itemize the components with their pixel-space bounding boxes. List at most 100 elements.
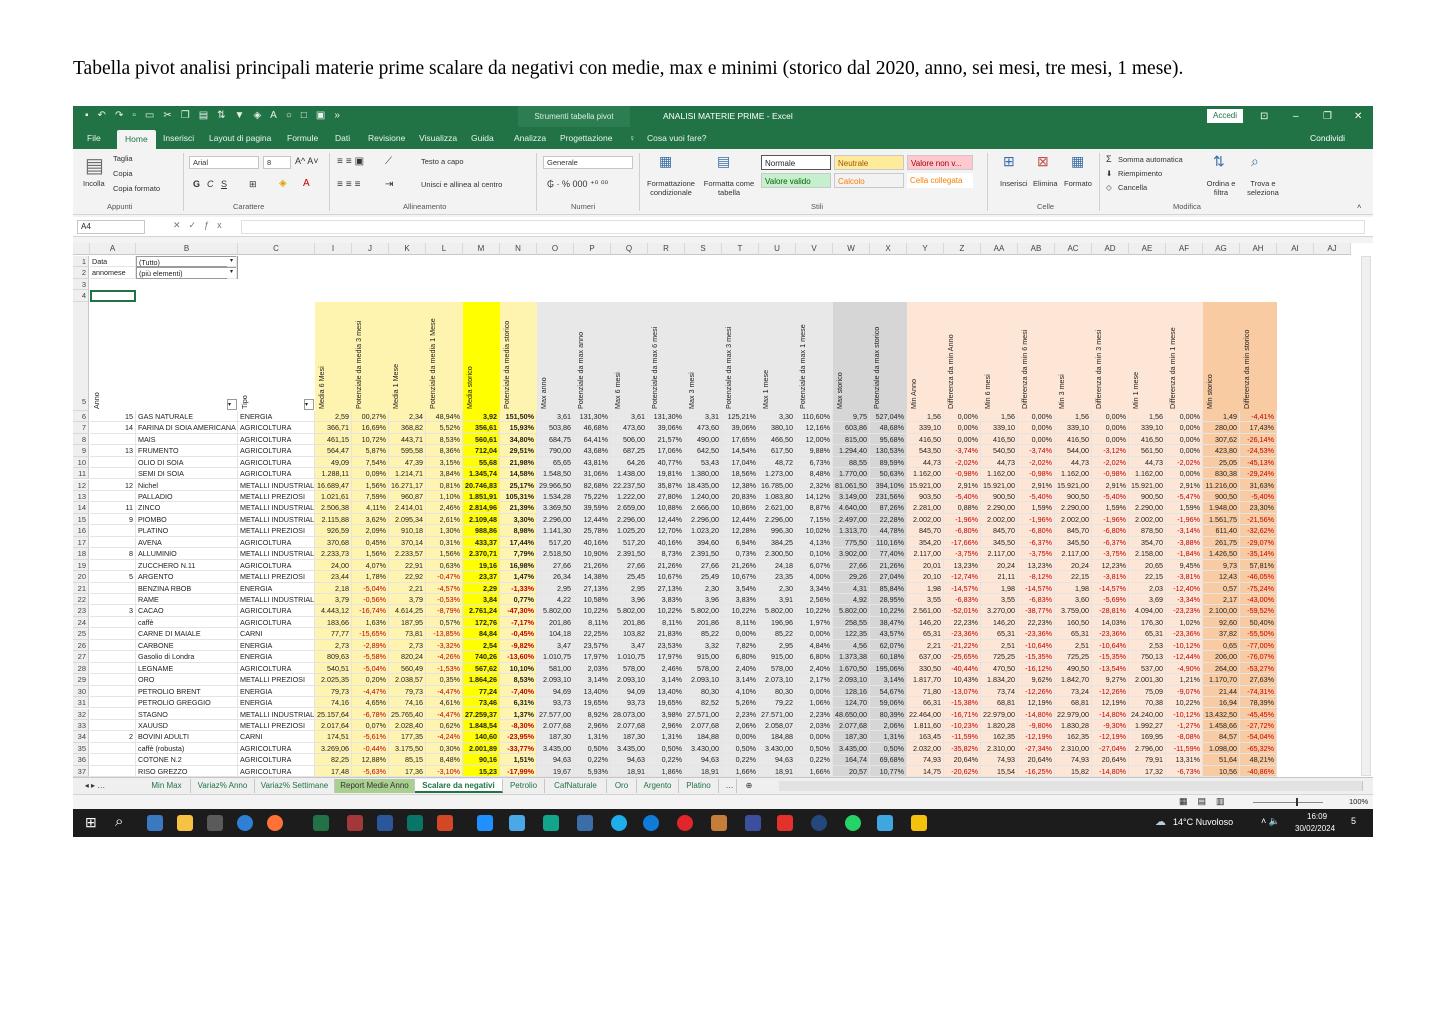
table-cell[interactable]: 8,48% [796, 468, 833, 480]
table-cell[interactable]: 82,52 [685, 697, 722, 709]
commodity-type[interactable]: METALLI INDUSTRIALI [238, 479, 315, 491]
table-cell[interactable]: 201,86 [611, 616, 648, 629]
table-cell[interactable]: 0,30% [426, 742, 463, 755]
table-cell[interactable]: 356,61 [463, 422, 500, 434]
commodity-type[interactable]: ENERGIA [238, 639, 315, 652]
table-cell[interactable]: 8,98% [500, 525, 537, 537]
row-header[interactable]: 36 [73, 754, 89, 766]
anno-cell[interactable] [90, 628, 136, 640]
table-cell[interactable]: 64,41% [574, 433, 611, 446]
table-cell[interactable]: 27,66 [685, 559, 722, 572]
table-cell[interactable]: 2.233,73 [315, 548, 352, 560]
anno-cell[interactable] [90, 708, 136, 720]
column-header[interactable]: AA [981, 243, 1018, 255]
table-cell[interactable]: 27.571,00 [759, 708, 796, 720]
table-cell[interactable]: -0,47% [426, 571, 463, 583]
table-cell[interactable]: 12,16% [796, 422, 833, 434]
table-cell[interactable]: 73,24 [1055, 685, 1092, 698]
tray-icons[interactable]: ˄ 🔈 [1261, 816, 1280, 827]
column-filter-dropdown[interactable]: ▾ [304, 398, 314, 411]
table-cell[interactable]: 22,25% [574, 628, 611, 640]
table-cell[interactable]: 201,86 [685, 616, 722, 629]
table-cell[interactable]: 201,86 [537, 616, 574, 629]
table-cell[interactable]: 1,51% [500, 754, 537, 766]
clock-date[interactable]: 30/02/2024 [1295, 824, 1335, 833]
row-header[interactable]: 33 [73, 719, 89, 732]
commodity-type[interactable]: AGRICOLTURA [238, 433, 315, 446]
tab-help[interactable]: Guida [471, 127, 494, 149]
clear-icon[interactable]: ◇ [1106, 183, 1112, 192]
table-cell[interactable]: 2,95 [759, 639, 796, 652]
table-cell[interactable]: 1.288,11 [315, 468, 352, 480]
style-neutral[interactable]: Neutrale [834, 155, 904, 170]
table-cell[interactable]: -40,86% [1240, 765, 1277, 777]
table-cell[interactable]: 2.093,10 [833, 674, 870, 686]
table-cell[interactable]: 69,68% [870, 754, 907, 766]
table-cell[interactable]: -12,19% [1018, 731, 1055, 743]
table-cell[interactable]: 926,59 [315, 525, 352, 537]
table-cell[interactable]: 17,65% [722, 433, 759, 446]
table-cell[interactable]: 809,63 [315, 651, 352, 663]
table-cell[interactable]: 339,10 [981, 422, 1018, 434]
table-cell[interactable]: -10,64% [1018, 639, 1055, 652]
table-cell[interactable]: 74,16 [315, 697, 352, 709]
commodity-type[interactable]: AGRICOLTURA [238, 662, 315, 675]
table-cell[interactable]: 2,91% [944, 479, 981, 491]
table-cell[interactable]: 578,00 [611, 662, 648, 675]
table-cell[interactable]: 1.561,75 [1203, 513, 1240, 526]
table-cell[interactable]: 27,66 [833, 559, 870, 572]
table-cell[interactable]: 12,28% [722, 525, 759, 537]
table-cell[interactable]: 43,68% [574, 445, 611, 457]
table-cell[interactable]: 65,65 [537, 456, 574, 469]
table-cell[interactable]: 22.464,00 [907, 708, 944, 720]
table-cell[interactable]: 3,92 [463, 410, 500, 423]
style-bad[interactable]: Valore non v... [907, 155, 973, 170]
table-cell[interactable]: 1.162,00 [1129, 468, 1166, 480]
commodity-name[interactable]: CARBONE [136, 639, 238, 652]
table-cell[interactable]: -13,60% [500, 651, 537, 663]
table-cell[interactable]: -14,57% [944, 582, 981, 594]
align-top-icon[interactable]: ≡≡▣ [337, 156, 367, 167]
row-header[interactable]: 1 [73, 256, 89, 268]
table-cell[interactable]: 9,62% [1018, 674, 1055, 686]
table-cell[interactable]: -8,12% [1018, 571, 1055, 583]
column-header[interactable]: A [90, 243, 136, 255]
table-cell[interactable]: 2.497,00 [833, 513, 870, 526]
circle-icon[interactable]: ○ [286, 110, 292, 121]
table-cell[interactable]: 2,73 [315, 639, 352, 652]
table-cell[interactable]: 1,06% [796, 697, 833, 709]
sheet-tab[interactable]: Platino [679, 779, 719, 793]
table-cell[interactable]: 21,26% [648, 559, 685, 572]
anno-cell[interactable] [90, 594, 136, 606]
anno-cell[interactable]: 15 [90, 410, 136, 423]
table-cell[interactable]: -0,44% [352, 742, 389, 755]
delete-button[interactable]: Elimina [1033, 179, 1058, 188]
table-cell[interactable]: 4,84% [796, 639, 833, 652]
table-cell[interactable]: -59,52% [1240, 605, 1277, 617]
table-cell[interactable]: 4,00% [796, 571, 833, 583]
row-header[interactable]: 16 [73, 525, 89, 537]
table-cell[interactable]: 5,26% [722, 697, 759, 709]
anno-cell[interactable] [90, 742, 136, 755]
table-cell[interactable]: 0,22% [648, 754, 685, 766]
table-cell[interactable]: 3,62% [352, 513, 389, 526]
file-explorer-icon[interactable] [177, 815, 193, 831]
table-cell[interactable]: 461,15 [315, 433, 352, 446]
commodity-name[interactable]: CACAO [136, 605, 238, 617]
table-cell[interactable]: 0,22% [796, 754, 833, 766]
table-cell[interactable]: 1.010,75 [537, 651, 574, 663]
commodity-type[interactable]: METALLI PREZIOSI [238, 571, 315, 583]
table-cell[interactable]: 1.313,70 [833, 525, 870, 537]
table-cell[interactable]: 17,32 [1129, 765, 1166, 777]
collapse-ribbon-icon[interactable]: ˄ [1357, 202, 1361, 211]
table-cell[interactable]: 307,62 [1203, 433, 1240, 446]
anno-cell[interactable] [90, 639, 136, 652]
table-cell[interactable]: -28,81% [1092, 605, 1129, 617]
table-cell[interactable]: 3,14% [574, 674, 611, 686]
table-cell[interactable]: 80,30 [685, 685, 722, 698]
table-cell[interactable]: 264,00 [1203, 662, 1240, 675]
table-cell[interactable]: 25.765,40 [389, 708, 426, 720]
table-cell[interactable]: 2.038,57 [389, 674, 426, 686]
table-cell[interactable]: 50,63% [870, 468, 907, 480]
table-cell[interactable]: 49,09 [315, 456, 352, 469]
